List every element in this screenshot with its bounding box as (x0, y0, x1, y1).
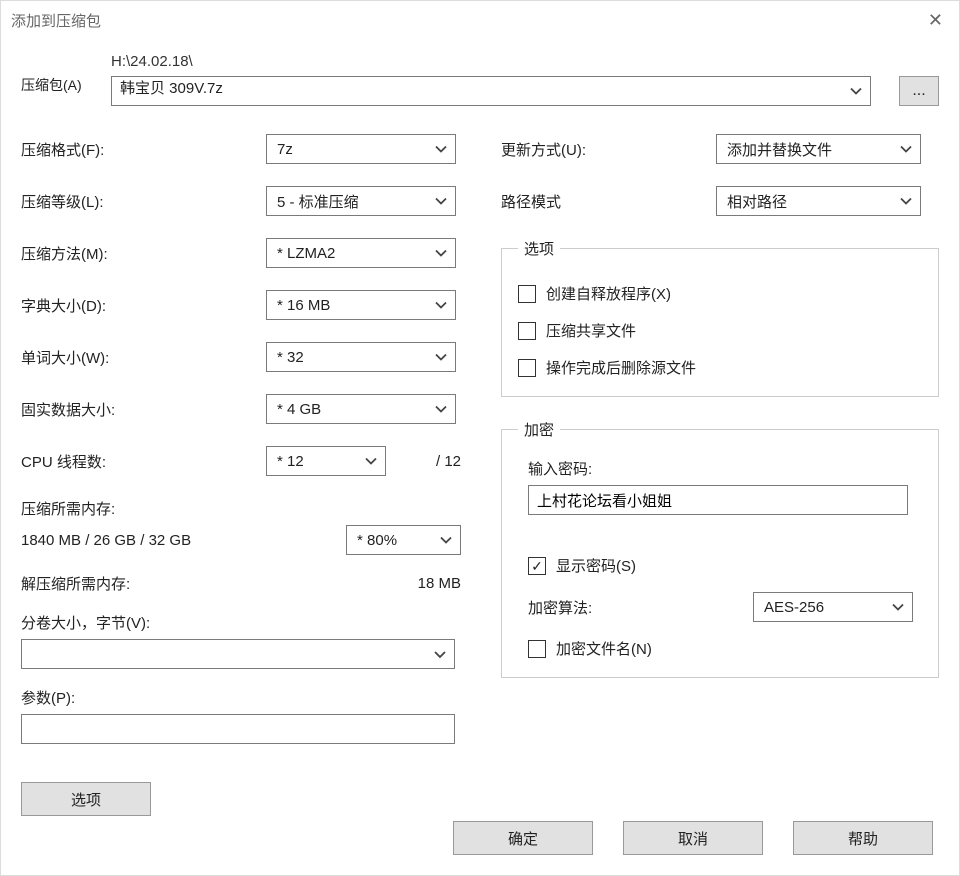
chevron-down-icon (435, 349, 447, 366)
chevron-down-icon (434, 646, 446, 662)
mem-decompress-label: 解压缩所需内存: (21, 573, 130, 594)
solid-row: 固实数据大小: * 4 GB (21, 394, 461, 424)
volume-label: 分卷大小，字节(V): (21, 612, 461, 633)
solid-label: 固实数据大小: (21, 399, 266, 420)
threads-row: CPU 线程数: * 12 / 12 (21, 446, 461, 476)
solid-select[interactable]: * 4 GB (266, 394, 456, 424)
delafter-label: 操作完成后删除源文件 (546, 357, 696, 378)
update-label: 更新方式(U): (501, 139, 716, 160)
window-title: 添加到压缩包 (11, 10, 101, 31)
archive-label: 压缩包(A) (21, 53, 111, 95)
chevron-down-icon (435, 193, 447, 210)
options-button[interactable]: 选项 (21, 782, 151, 816)
params-input[interactable] (21, 714, 455, 744)
archive-path: H:\24.02.18\ (111, 53, 939, 70)
update-row: 更新方式(U): 添加并替换文件 (501, 134, 939, 164)
options-group: 选项 创建自释放程序(X) 压缩共享文件 操作完成后删除源文件 (501, 238, 939, 397)
dict-label: 字典大小(D): (21, 295, 266, 316)
pathmode-label: 路径模式 (501, 191, 716, 212)
chevron-down-icon (900, 141, 912, 158)
archive-row: 压缩包(A) H:\24.02.18\ 韩宝贝 309V.7z ... (21, 53, 939, 106)
pathmode-select[interactable]: 相对路径 (716, 186, 921, 216)
shared-checkbox-row[interactable]: 压缩共享文件 (518, 320, 922, 341)
chevron-down-icon (440, 532, 452, 549)
password-label: 输入密码: (528, 458, 922, 479)
help-button[interactable]: 帮助 (793, 821, 933, 855)
dict-select[interactable]: * 16 MB (266, 290, 456, 320)
volume-block: 分卷大小，字节(V): (21, 612, 461, 669)
dict-row: 字典大小(D): * 16 MB (21, 290, 461, 320)
delafter-checkbox-row[interactable]: 操作完成后删除源文件 (518, 357, 922, 378)
word-label: 单词大小(W): (21, 347, 266, 368)
mem-compress-value: 1840 MB / 26 GB / 32 GB (21, 532, 191, 549)
encrypt-filename-label: 加密文件名(N) (556, 638, 652, 659)
word-select[interactable]: * 32 (266, 342, 456, 372)
checkbox-checked-icon: ✓ (528, 557, 546, 575)
chevron-down-icon (435, 297, 447, 314)
method-row: 压缩方法(M): * LZMA2 (21, 238, 461, 268)
password-input[interactable] (528, 485, 908, 515)
mem-compress-label: 压缩所需内存: (21, 498, 461, 519)
cancel-button[interactable]: 取消 (623, 821, 763, 855)
encrypt-filename-checkbox-row[interactable]: 加密文件名(N) (528, 638, 922, 659)
word-row: 单词大小(W): * 32 (21, 342, 461, 372)
checkbox-icon (518, 359, 536, 377)
options-legend: 选项 (518, 238, 560, 259)
chevron-down-icon (850, 83, 862, 100)
format-row: 压缩格式(F): 7z (21, 134, 461, 164)
pathmode-row: 路径模式 相对路径 (501, 186, 939, 216)
format-select[interactable]: 7z (266, 134, 456, 164)
method-label: 压缩方法(M): (21, 243, 266, 264)
level-label: 压缩等级(L): (21, 191, 266, 212)
chevron-down-icon (435, 141, 447, 158)
mem-decompress-row: 解压缩所需内存: 18 MB (21, 573, 461, 594)
close-icon[interactable]: ✕ (922, 10, 949, 31)
enc-alg-select[interactable]: AES-256 (753, 592, 913, 622)
update-select[interactable]: 添加并替换文件 (716, 134, 921, 164)
archive-filename-select[interactable]: 韩宝贝 309V.7z (111, 76, 871, 106)
chevron-down-icon (900, 193, 912, 210)
threads-select[interactable]: * 12 (266, 446, 386, 476)
sfx-label: 创建自释放程序(X) (546, 283, 671, 304)
format-label: 压缩格式(F): (21, 139, 266, 160)
titlebar: 添加到压缩包 ✕ (1, 1, 959, 39)
encrypt-group: 加密 输入密码: ✓ 显示密码(S) 加密算法: AES-256 加密文件 (501, 419, 939, 678)
volume-select[interactable] (21, 639, 455, 669)
mem-pct-select[interactable]: * 80% (346, 525, 461, 555)
ok-button[interactable]: 确定 (453, 821, 593, 855)
chevron-down-icon (435, 401, 447, 418)
dialog-content: 压缩包(A) H:\24.02.18\ 韩宝贝 309V.7z ... 压缩格式… (1, 39, 959, 816)
chevron-down-icon (435, 245, 447, 262)
chevron-down-icon (892, 599, 904, 616)
chevron-down-icon (365, 453, 377, 470)
level-select[interactable]: 5 - 标准压缩 (266, 186, 456, 216)
encrypt-legend: 加密 (518, 419, 560, 440)
method-select[interactable]: * LZMA2 (266, 238, 456, 268)
show-password-label: 显示密码(S) (556, 555, 636, 576)
checkbox-icon (518, 322, 536, 340)
mem-compress-block: 压缩所需内存: 1840 MB / 26 GB / 32 GB * 80% (21, 498, 461, 555)
checkbox-icon (528, 640, 546, 658)
checkbox-icon (518, 285, 536, 303)
button-bar: 确定 取消 帮助 (1, 821, 959, 855)
archive-filename: 韩宝贝 309V.7z (120, 80, 223, 97)
enc-alg-label: 加密算法: (528, 597, 753, 618)
level-row: 压缩等级(L): 5 - 标准压缩 (21, 186, 461, 216)
params-label: 参数(P): (21, 687, 461, 708)
browse-button[interactable]: ... (899, 76, 939, 106)
enc-alg-row: 加密算法: AES-256 (528, 592, 922, 622)
mem-decompress-value: 18 MB (418, 575, 461, 592)
right-column: 更新方式(U): 添加并替换文件 路径模式 相对路径 选项 创建自释放程序(X) (481, 134, 939, 816)
shared-label: 压缩共享文件 (546, 320, 636, 341)
sfx-checkbox-row[interactable]: 创建自释放程序(X) (518, 283, 922, 304)
left-column: 压缩格式(F): 7z 压缩等级(L): 5 - 标准压缩 压缩方法(M): *… (21, 134, 481, 816)
threads-total: / 12 (436, 453, 461, 470)
show-password-checkbox-row[interactable]: ✓ 显示密码(S) (528, 555, 922, 576)
params-block: 参数(P): (21, 687, 461, 744)
threads-label: CPU 线程数: (21, 451, 266, 472)
